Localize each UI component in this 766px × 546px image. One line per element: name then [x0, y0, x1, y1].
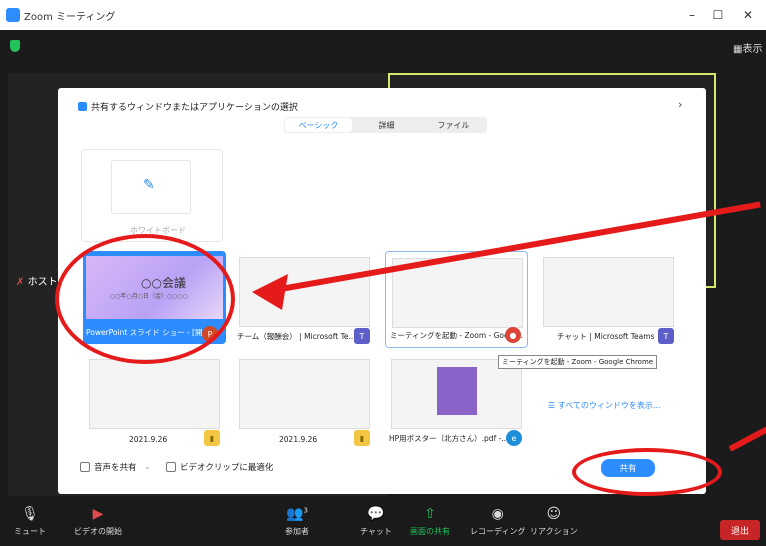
edge-icon: e: [506, 430, 522, 446]
window-thumbnail: [89, 359, 220, 429]
window-label: チーム（報酬会） | Microsoft Te...: [237, 332, 356, 341]
share-screen-button[interactable]: ⇧ 画面の共有: [410, 506, 450, 537]
microphone-icon: 🎙: [21, 506, 39, 522]
participants-button[interactable]: 👥3 参加者: [285, 506, 309, 537]
window-card-explorer-1[interactable]: 2021.9.26 ▮: [83, 353, 226, 450]
chrome-icon: ●: [505, 327, 521, 343]
security-shield-icon[interactable]: [10, 40, 20, 52]
record-icon: ◉: [491, 506, 504, 522]
list-icon: ☰: [548, 401, 556, 410]
tab-files[interactable]: ファイル: [420, 117, 487, 133]
window-label: 2021.9.26: [129, 435, 168, 444]
share-tabs: ベーシック 詳細 ファイル: [284, 117, 487, 133]
annotation-circle-ppt: [55, 234, 235, 364]
chevron-down-icon[interactable]: ⌄: [145, 463, 151, 471]
pen-icon: ✎: [143, 177, 155, 193]
annotation-circle-share: [572, 448, 722, 496]
optimize-video-checkbox[interactable]: [166, 462, 176, 472]
teams-icon: T: [354, 328, 370, 344]
window-thumbnail: [239, 359, 370, 429]
start-video-button[interactable]: ▶ ビデオの開始: [74, 506, 122, 537]
zoom-share-icon: [78, 102, 87, 111]
leave-button[interactable]: 退出: [720, 520, 760, 540]
chat-button[interactable]: 💬 チャット: [360, 506, 392, 537]
show-all-windows-link[interactable]: ☰ すべてのウィンドウを表示...: [548, 400, 660, 411]
window-card-teams-chat[interactable]: チャット | Microsoft Teams T: [537, 251, 680, 348]
zoom-app-icon: [6, 8, 20, 22]
smiley-icon: ☺: [546, 506, 562, 522]
folder-icon: ▮: [354, 430, 370, 446]
folder-icon: ▮: [204, 430, 220, 446]
window-thumbnail: [543, 257, 674, 327]
view-button[interactable]: ▦表示: [733, 40, 762, 55]
mute-button[interactable]: 🎙 ミュート: [14, 506, 46, 537]
share-screen-icon: ⇧: [424, 506, 436, 522]
window-label: チャット | Microsoft Teams: [557, 332, 655, 341]
close-window-button[interactable]: ✕: [730, 0, 766, 30]
share-audio-option[interactable]: 音声を共有 ⌄: [80, 461, 150, 473]
optimize-video-option[interactable]: ビデオクリップに最適化: [166, 461, 273, 473]
window-label: HP用ポスター（北方さん）.pdf -...: [389, 434, 509, 443]
title-bar: Zoom ミーティング: [0, 0, 766, 30]
tab-advanced[interactable]: 詳細: [353, 117, 420, 133]
window-title: Zoom ミーティング: [24, 11, 116, 23]
tab-basic[interactable]: ベーシック: [285, 118, 352, 132]
window-label: 2021.9.26: [279, 435, 318, 444]
chat-icon: 💬: [367, 506, 385, 522]
dialog-title: 共有するウィンドウまたはアプリケーションの選択: [78, 100, 298, 113]
window-label: ミーティングを起動 - Zoom - Googl...: [390, 331, 523, 340]
poster-preview: [437, 367, 477, 415]
teams-icon: T: [658, 328, 674, 344]
window-tooltip: ミーティングを起動 - Zoom - Google Chrome: [498, 355, 658, 369]
dialog-expand-button[interactable]: ›: [678, 98, 682, 111]
host-label: ✗ ホスト: [16, 277, 58, 288]
annotation-arrowhead: [252, 274, 288, 310]
mic-muted-icon: ✗: [16, 277, 25, 288]
window-card-explorer-2[interactable]: 2021.9.26 ▮: [233, 353, 376, 450]
share-audio-checkbox[interactable]: [80, 462, 90, 472]
video-off-icon: ▶: [92, 506, 104, 522]
reactions-button[interactable]: ☺ リアクション: [530, 506, 578, 537]
participants-icon: 👥3: [286, 506, 308, 522]
record-button[interactable]: ◉ レコーディング: [470, 506, 525, 537]
